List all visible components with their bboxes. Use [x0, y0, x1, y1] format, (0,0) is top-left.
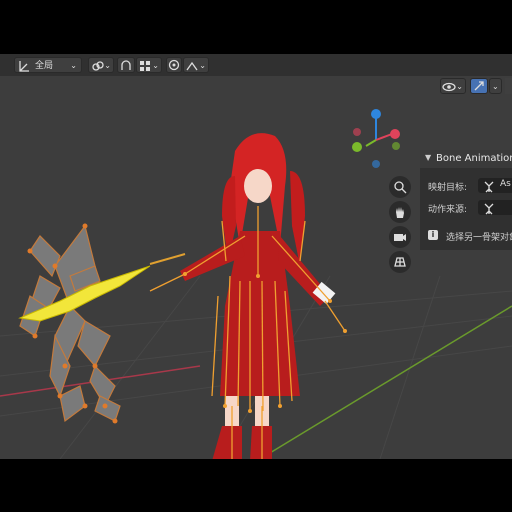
panel-title: Bone Animation: [436, 153, 512, 164]
camera-view-button[interactable]: [389, 226, 411, 248]
map-target-field[interactable]: As: [478, 178, 512, 193]
camera-icon: [394, 234, 406, 241]
chevron-down-icon: ⌄: [70, 61, 77, 70]
snap-target-dropdown[interactable]: ⌄: [136, 57, 162, 73]
neg-y-axis-handle: [392, 142, 400, 150]
pan-button[interactable]: [389, 201, 411, 223]
action-source-label: 动作来源:: [428, 205, 468, 215]
panel-hint-text: 选择另一骨架对象: [446, 233, 512, 243]
z-axis-handle: [371, 109, 381, 119]
falloff-dropdown[interactable]: ⌄: [183, 57, 209, 73]
grid-icon: [394, 257, 406, 267]
neg-x-axis-handle: [353, 128, 361, 136]
anime-character: [180, 133, 336, 459]
proportional-icon: [168, 59, 180, 71]
viewport-header: 全局 ⌄ ⌄ ⌄ ⌄ ⌄ ⌄: [0, 54, 512, 94]
map-target-value: As: [500, 179, 511, 189]
falloff-icon: [186, 61, 198, 71]
x-axis-handle: [390, 129, 400, 139]
3d-viewport[interactable]: 全局 ⌄ ⌄ ⌄ ⌄ ⌄ ⌄ ▼ Bone Animation 映射目标: As…: [0, 54, 512, 459]
info-icon: i: [428, 230, 438, 240]
transform-orientation-icon: [19, 61, 29, 72]
link-icon: [92, 61, 104, 71]
neg-z-axis-handle: [372, 160, 380, 168]
left-armature: [19, 224, 121, 423]
snap-toggle[interactable]: [117, 57, 135, 73]
transform-orientation-label: 全局: [35, 61, 54, 71]
chevron-down-icon: ⌄: [152, 61, 159, 70]
grid-snap-icon: [140, 61, 150, 71]
snap-icon: [121, 60, 131, 70]
navigation-gizmo[interactable]: [348, 104, 408, 174]
ortho-toggle-button[interactable]: [389, 251, 411, 273]
collapse-arrow-icon[interactable]: ▼: [425, 153, 431, 162]
sidebar-panel: ▼ Bone Animation 映射目标: As 动作来源: i 选择另一骨架…: [420, 150, 512, 250]
zoom-button[interactable]: [389, 176, 411, 198]
armature-icon: [484, 181, 494, 193]
scene-canvas: [0, 133, 512, 459]
pivot-dropdown[interactable]: ⌄: [88, 57, 114, 73]
action-source-field[interactable]: [478, 200, 512, 215]
chevron-down-icon: ⌄: [199, 61, 206, 70]
zoom-icon: [394, 181, 407, 194]
transform-orientation-dropdown[interactable]: 全局 ⌄: [14, 57, 82, 73]
map-target-label: 映射目标:: [428, 183, 468, 193]
armature-icon: [484, 203, 494, 215]
y-axis-handle: [352, 142, 362, 152]
proportional-edit-toggle[interactable]: [166, 57, 182, 73]
hand-icon: [396, 207, 404, 218]
chevron-down-icon: ⌄: [104, 61, 111, 70]
